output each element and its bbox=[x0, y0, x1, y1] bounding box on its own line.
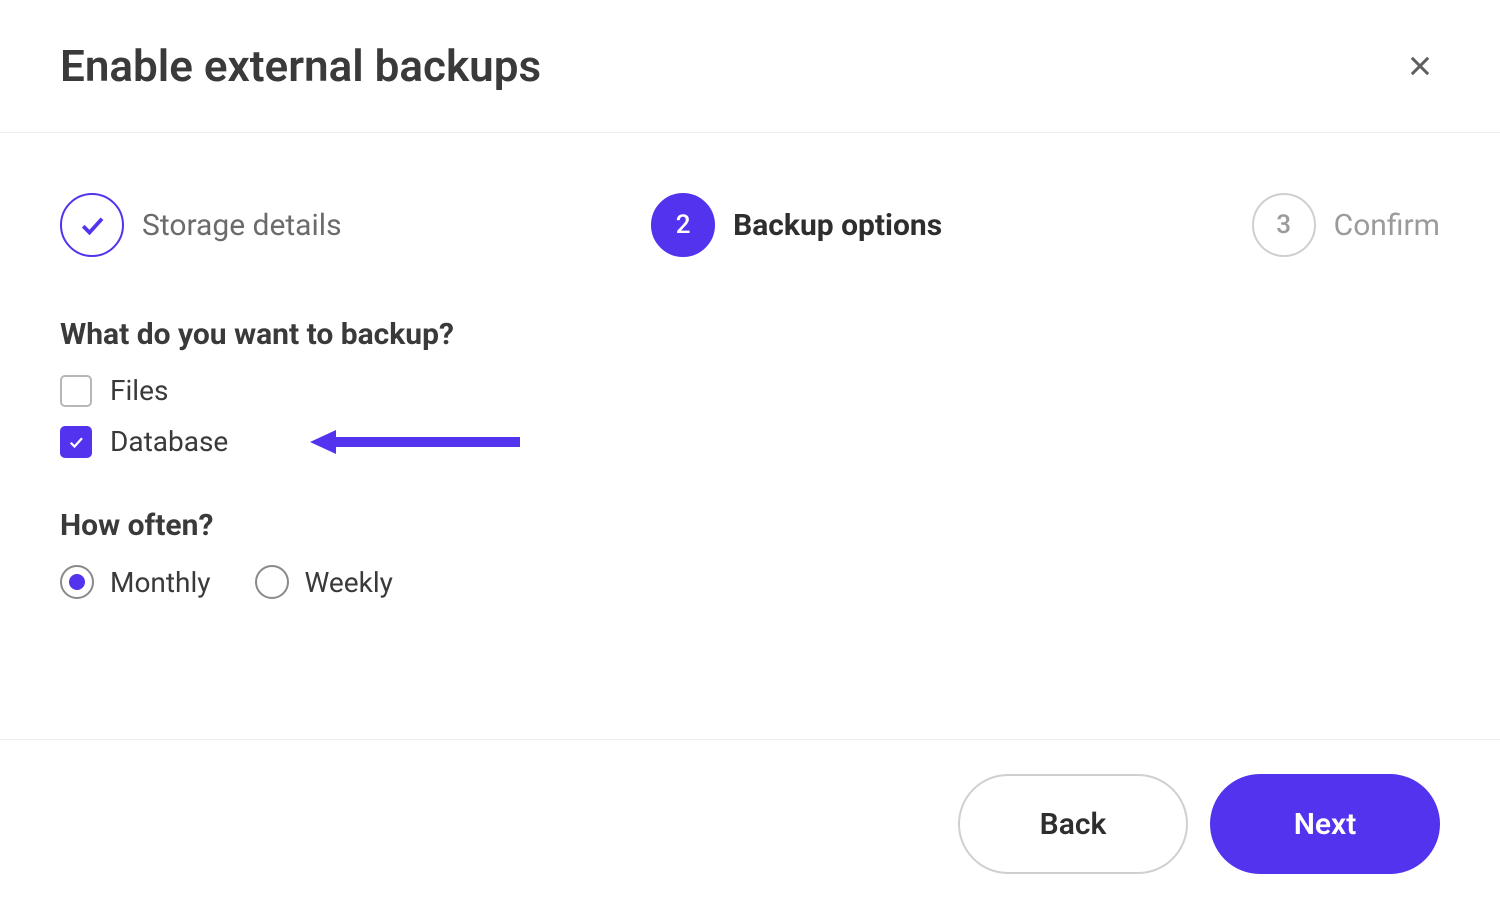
check-icon bbox=[77, 210, 107, 240]
checkbox-files-label: Files bbox=[110, 374, 168, 407]
checkbox-files[interactable] bbox=[60, 375, 92, 407]
step-storage-details[interactable]: Storage details bbox=[60, 193, 342, 257]
modal-header: Enable external backups bbox=[0, 0, 1500, 133]
back-button[interactable]: Back bbox=[958, 774, 1188, 874]
checkbox-row-database[interactable]: Database bbox=[60, 425, 1440, 458]
backup-what-options: Files Database bbox=[60, 374, 1440, 458]
step-backup-options[interactable]: 2 Backup options bbox=[651, 193, 942, 257]
step-2-indicator: 2 bbox=[651, 193, 715, 257]
checkbox-row-files[interactable]: Files bbox=[60, 374, 1440, 407]
radio-weekly-input[interactable] bbox=[255, 565, 289, 599]
step-3-indicator: 3 bbox=[1252, 193, 1316, 257]
radio-monthly-label: Monthly bbox=[110, 566, 211, 599]
step-1-indicator bbox=[60, 193, 124, 257]
radio-weekly-label: Weekly bbox=[305, 566, 393, 599]
radio-monthly[interactable]: Monthly bbox=[60, 565, 211, 599]
next-button[interactable]: Next bbox=[1210, 774, 1440, 874]
step-1-label: Storage details bbox=[142, 208, 342, 243]
checkmark-icon bbox=[67, 433, 85, 451]
radio-weekly[interactable]: Weekly bbox=[255, 565, 393, 599]
section-title-freq: How often? bbox=[60, 508, 1440, 543]
backup-frequency-options: Monthly Weekly bbox=[60, 565, 1440, 599]
step-3-label: Confirm bbox=[1334, 208, 1440, 243]
stepper: Storage details 2 Backup options 3 Confi… bbox=[60, 193, 1440, 257]
close-icon bbox=[1406, 52, 1434, 80]
modal-enable-external-backups: Enable external backups Storage details … bbox=[0, 0, 1500, 924]
close-button[interactable] bbox=[1400, 46, 1440, 86]
arrow-left-icon bbox=[310, 428, 520, 456]
radio-monthly-input[interactable] bbox=[60, 565, 94, 599]
step-confirm[interactable]: 3 Confirm bbox=[1252, 193, 1440, 257]
section-title-what: What do you want to backup? bbox=[60, 317, 1440, 352]
modal-footer: Back Next bbox=[0, 739, 1500, 924]
modal-body: Storage details 2 Backup options 3 Confi… bbox=[0, 133, 1500, 739]
checkbox-database-label: Database bbox=[110, 425, 228, 458]
modal-title: Enable external backups bbox=[60, 40, 541, 92]
annotation-arrow bbox=[310, 428, 520, 456]
step-2-label: Backup options bbox=[733, 208, 942, 243]
checkbox-database[interactable] bbox=[60, 426, 92, 458]
